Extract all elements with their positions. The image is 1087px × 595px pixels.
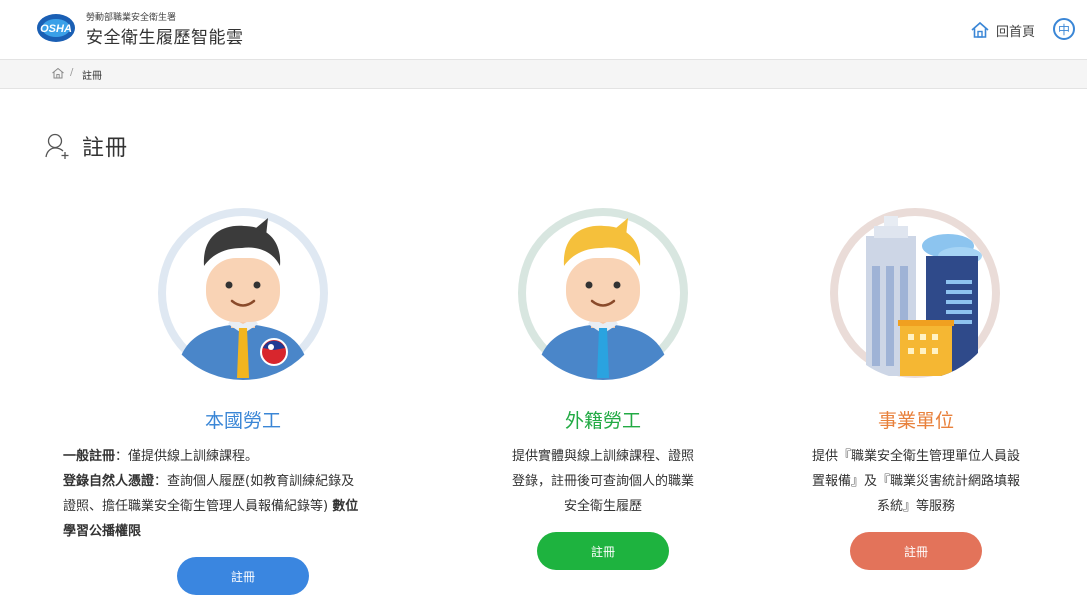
org-name: 勞動部職業安全衛生署 bbox=[86, 13, 177, 23]
language-toggle-button[interactable]: 中 bbox=[1053, 18, 1075, 40]
page-title: 註冊 bbox=[82, 136, 129, 161]
desc-text: 證照、擔任職業安全衛生管理人員報備紀錄等) bbox=[63, 499, 329, 514]
site-header: OSHA 勞動部職業安全衛生署 安全衛生履歷智能雲 回首頁 中 bbox=[0, 0, 1087, 58]
desc-bold-certificate: 登錄自然人憑證 bbox=[63, 474, 155, 489]
page-heading: 註冊 bbox=[44, 130, 128, 162]
foreign-worker-avatar bbox=[516, 206, 690, 380]
app-title[interactable]: 安全衛生履歷智能雲 bbox=[86, 27, 244, 49]
desc-bold-digital: 數位 bbox=[332, 499, 359, 514]
home-link[interactable]: 回首頁 bbox=[970, 20, 1035, 40]
local-worker-avatar bbox=[156, 206, 330, 380]
desc-line: 登錄，註冊後可查詢個人的職業 bbox=[511, 474, 694, 489]
desc-line: 系統』等服務 bbox=[876, 499, 955, 514]
desc-text: ：查詢個人履歷(如教育訓練紀錄及 bbox=[154, 474, 355, 489]
foreign-worker-title: 外籍勞工 bbox=[564, 410, 641, 432]
desc-text: ：僅提供線上訓練課程。 bbox=[115, 449, 259, 464]
local-worker-description: 一般註冊：僅提供線上訓練課程。 登錄自然人憑證：查詢個人履歷(如教育訓練紀錄及 … bbox=[63, 444, 433, 544]
business-unit-avatar bbox=[828, 206, 1002, 380]
desc-line: 置報備』及『職業災害統計網路填報 bbox=[811, 474, 1020, 489]
osha-logo[interactable]: OSHA bbox=[36, 13, 76, 43]
desc-bold-general: 一般註冊 bbox=[63, 449, 116, 464]
register-foreign-worker-button[interactable]: 註冊 bbox=[537, 532, 669, 570]
desc-line: 提供『職業安全衛生管理單位人員設 bbox=[811, 449, 1020, 464]
breadcrumb-separator: / bbox=[70, 67, 74, 78]
add-user-icon bbox=[45, 133, 69, 159]
breadcrumb-home-icon[interactable] bbox=[51, 66, 65, 80]
local-worker-title: 本國勞工 bbox=[204, 410, 281, 432]
home-label: 回首頁 bbox=[996, 24, 1036, 40]
breadcrumb: / 註冊 bbox=[0, 59, 1087, 89]
register-local-worker-button[interactable]: 註冊 bbox=[177, 557, 309, 595]
business-unit-title: 事業單位 bbox=[877, 410, 954, 432]
register-business-unit-button[interactable]: 註冊 bbox=[850, 532, 982, 570]
desc-line: 安全衛生履歷 bbox=[563, 499, 642, 514]
desc-bold-broadcast: 學習公播權限 bbox=[63, 524, 142, 539]
svg-text:OSHA: OSHA bbox=[40, 23, 72, 35]
desc-line: 提供實體與線上訓練課程、證照 bbox=[511, 449, 694, 464]
business-unit-description: 提供『職業安全衛生管理單位人員設 置報備』及『職業災害統計網路填報 系統』等服務 bbox=[766, 444, 1066, 519]
breadcrumb-current: 註冊 bbox=[82, 71, 102, 82]
foreign-worker-description: 提供實體與線上訓練課程、證照 登錄，註冊後可查詢個人的職業 安全衛生履歷 bbox=[473, 444, 733, 519]
home-icon bbox=[971, 21, 989, 38]
